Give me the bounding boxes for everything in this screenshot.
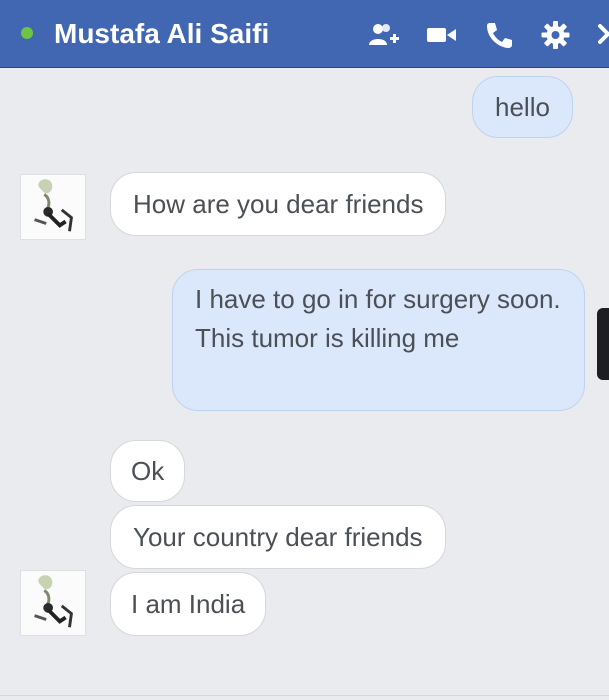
close-icon[interactable] (596, 18, 609, 52)
divider (0, 695, 609, 696)
online-status-dot (21, 27, 33, 39)
message-bubble-outgoing[interactable]: I have to go in for surgery soon. This t… (172, 269, 585, 411)
message-bubble-incoming[interactable]: Ok (110, 440, 186, 502)
message-bubble-outgoing[interactable]: hello (472, 76, 573, 138)
chat-side-tab[interactable] (597, 308, 609, 380)
avatar[interactable] (20, 570, 86, 636)
video-call-icon[interactable] (424, 18, 458, 52)
chat-header: Mustafa Ali Saifi (0, 0, 609, 68)
message-bubble-incoming[interactable]: How are you dear friends (110, 172, 447, 236)
phone-icon[interactable] (482, 18, 516, 52)
gear-icon[interactable] (538, 18, 572, 52)
message-bubble-incoming[interactable]: I am India (110, 572, 267, 636)
message-bubble-incoming[interactable]: Your country dear friends (110, 505, 446, 569)
avatar[interactable] (20, 174, 86, 240)
contact-name[interactable]: Mustafa Ali Saifi (54, 16, 269, 52)
add-friend-icon[interactable] (366, 18, 400, 52)
